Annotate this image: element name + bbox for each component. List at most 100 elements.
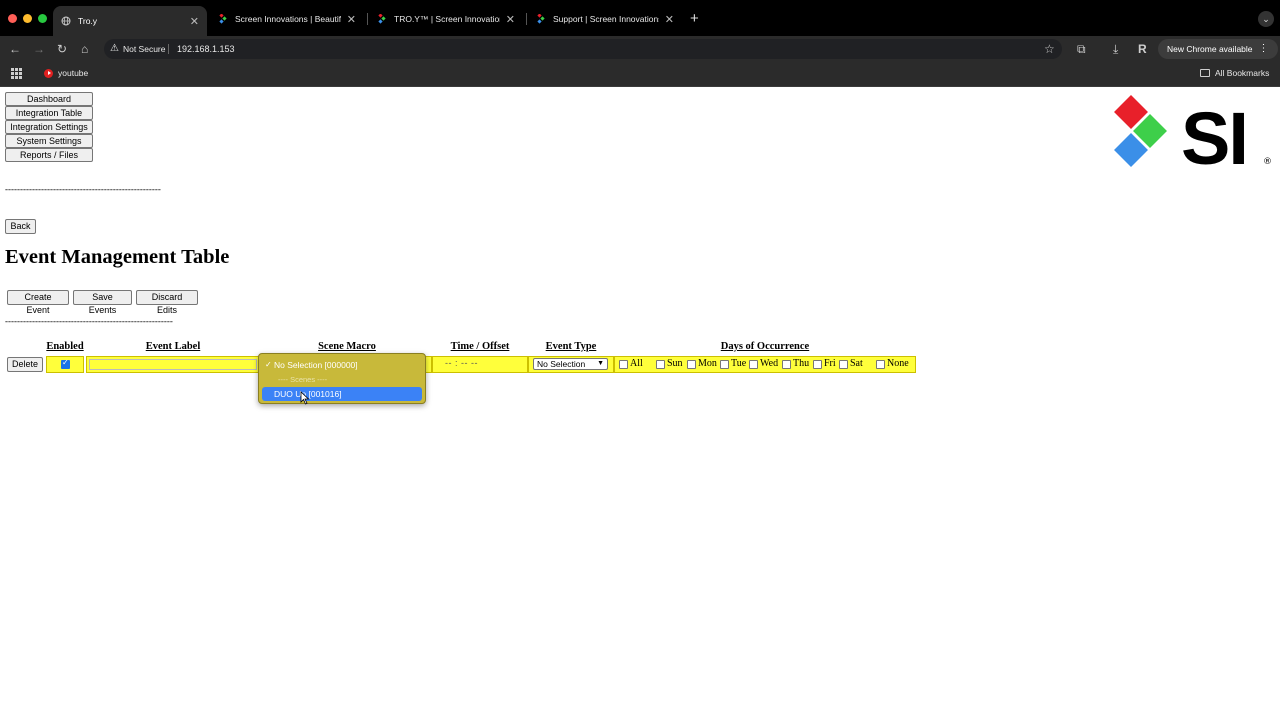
day-tue-label: Tue [731,358,747,369]
tab-search-chevron-icon[interactable]: ⌄ [1258,11,1274,27]
svg-text:SI: SI [1181,97,1247,176]
scene-option-duo-up[interactable]: DUO Up [001016] [262,387,422,401]
scene-option-no-selection[interactable]: ✓ No Selection [000000] [262,358,422,372]
new-chrome-available-button[interactable]: New Chrome available ⋮ [1158,39,1278,59]
nav-reports-files-button[interactable]: Reports / Files [5,148,93,162]
more-menu-icon[interactable]: ⋮ [1259,39,1269,59]
nav-dashboard-button[interactable]: Dashboard [5,92,93,106]
apps-grid-icon[interactable] [11,68,22,79]
tab-divider [367,13,368,25]
table-divider: ----------------------------------------… [5,316,173,326]
all-bookmarks-button[interactable]: All Bookmarks [1200,68,1269,78]
create-event-button[interactable]: Create Event [7,290,69,315]
bookmark-label: youtube [58,68,89,78]
event-type-select[interactable]: No Selection ▼ [533,358,608,370]
si-logo: SI ® [1114,95,1272,176]
close-tab-icon[interactable]: ✕ [347,13,356,26]
tab-title: Tro.y [78,16,98,26]
day-thu-checkbox[interactable] [782,360,791,369]
youtube-icon [44,68,53,78]
event-type-value: No Selection [537,359,586,369]
si-favicon-icon [537,14,545,24]
address-divider [168,44,169,54]
browser-toolbar: ← → ↻ ⌂ ⚠ Not Secure 192.168.1.153 ☆ ⧉ ⤓… [0,36,1280,62]
page-title: Event Management Table [5,246,230,268]
day-mon-checkbox[interactable] [687,360,696,369]
warning-icon: ⚠ [110,43,119,54]
browser-tab-troy-si[interactable]: TRO.Y™ | Screen Innovations ✕ [369,6,523,32]
mouse-pointer-icon [300,391,310,405]
minimize-window-button[interactable] [23,14,32,23]
delete-row-button[interactable]: Delete [7,357,43,372]
all-bookmarks-label: All Bookmarks [1215,68,1270,78]
day-fri-label: Fri [824,358,836,369]
header-days: Days of Occurrence [720,341,810,352]
close-tab-icon[interactable]: ✕ [190,15,199,28]
enabled-cell [46,356,84,373]
chevron-down-icon: ▼ [597,360,604,367]
browser-tab-screen-innovations[interactable]: Screen Innovations | Beautifu ✕ [210,6,364,32]
forward-arrow-icon[interactable]: → [33,41,45,57]
tab-title: TRO.Y™ | Screen Innovations [394,14,500,24]
discard-edits-button[interactable]: Discard Edits [136,290,198,315]
folder-icon [1200,69,1210,77]
day-sun-label: Sun [667,358,683,369]
event-label-input[interactable] [89,359,257,370]
close-tab-icon[interactable]: ✕ [665,13,674,26]
not-secure-indicator[interactable]: ⚠ Not Secure [110,41,166,57]
si-favicon-icon [219,14,227,24]
bookmarks-bar: youtube All Bookmarks [0,62,1280,87]
day-all-checkbox[interactable] [619,360,628,369]
day-none-checkbox[interactable] [876,360,885,369]
day-fri-checkbox[interactable] [813,360,822,369]
day-mon-label: Mon [698,358,717,369]
enabled-checkbox[interactable] [61,358,70,369]
day-sat-checkbox[interactable] [839,360,848,369]
download-icon[interactable]: ⤓ [1113,41,1118,57]
browser-tab-support[interactable]: Support | Screen Innovations ✕ [528,6,682,32]
day-wed-label: Wed [760,358,779,369]
browser-tab-strip: Tro.y ✕ Screen Innovations | Beautifu ✕ … [0,0,1280,36]
nav-system-settings-button[interactable]: System Settings [5,134,93,148]
back-arrow-icon[interactable]: ← [9,41,21,57]
bookmark-youtube[interactable]: youtube [44,68,88,78]
nav-integration-settings-button[interactable]: Integration Settings [5,120,93,134]
scene-option-separator: ---- Scenes ---- [278,375,328,384]
close-tab-icon[interactable]: ✕ [506,13,515,26]
day-wed-checkbox[interactable] [749,360,758,369]
header-scene-macro: Scene Macro [318,341,376,352]
day-all-label: All [630,358,643,369]
checkmark-icon: ✓ [265,360,272,369]
header-event-label: Event Label [145,341,201,352]
bookmark-star-icon[interactable]: ☆ [1044,41,1055,57]
nav-integration-table-button[interactable]: Integration Table [5,106,93,120]
address-bar[interactable] [104,39,1062,59]
extensions-icon[interactable]: ⧉ [1077,41,1086,57]
browser-tab-troy[interactable]: Tro.y ✕ [53,6,207,36]
back-button[interactable]: Back [5,219,36,234]
reload-icon[interactable]: ↻ [57,41,67,57]
save-events-button[interactable]: Save Events [73,290,132,315]
url-text[interactable]: 192.168.1.153 [177,41,235,57]
day-tue-checkbox[interactable] [720,360,729,369]
new-chrome-label: New Chrome available [1167,44,1253,54]
profile-r-icon[interactable]: R [1138,41,1147,57]
scene-macro-dropdown[interactable]: ✓ No Selection [000000] ---- Scenes ----… [258,353,426,404]
new-tab-plus-icon[interactable]: + [690,10,699,27]
tab-divider [526,13,527,25]
si-favicon-icon [378,14,386,24]
day-thu-label: Thu [793,358,810,369]
header-event-type: Event Type [545,341,597,352]
tab-title: Support | Screen Innovations [553,14,659,24]
event-label-cell [86,356,260,373]
tab-title: Screen Innovations | Beautifu [235,14,341,24]
header-time-offset: Time / Offset [450,341,510,352]
home-icon[interactable]: ⌂ [81,41,88,57]
day-sun-checkbox[interactable] [656,360,665,369]
time-input[interactable]: -- : -- -- [445,358,478,368]
header-enabled: Enabled [46,341,84,352]
close-window-button[interactable] [8,14,17,23]
not-secure-label: Not Secure [122,44,166,54]
maximize-window-button[interactable] [38,14,47,23]
day-sat-label: Sat [850,358,863,369]
